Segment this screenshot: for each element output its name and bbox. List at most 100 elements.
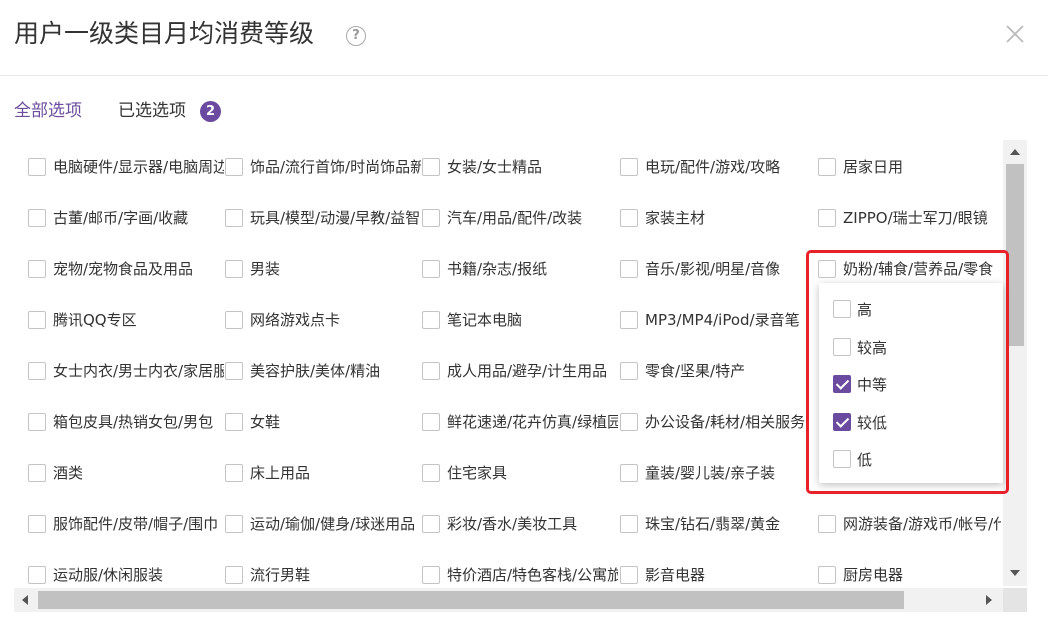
category-checkbox[interactable] (620, 413, 638, 431)
category-checkbox[interactable] (28, 311, 46, 329)
tab-all-options[interactable]: 全部选项 (14, 98, 82, 124)
category-checkbox[interactable] (422, 566, 440, 584)
category-option[interactable]: 运动服/休闲服装 (28, 565, 224, 586)
category-checkbox[interactable] (225, 515, 243, 533)
category-checkbox[interactable] (225, 464, 243, 482)
category-checkbox[interactable] (225, 158, 243, 176)
scroll-left-icon[interactable] (22, 595, 28, 605)
scroll-right-icon[interactable] (986, 595, 992, 605)
category-checkbox[interactable] (818, 158, 836, 176)
category-option[interactable]: 影音电器 (620, 565, 816, 586)
category-option[interactable]: 书籍/杂志/报纸 (422, 259, 618, 281)
category-checkbox[interactable] (620, 362, 638, 380)
category-checkbox[interactable] (28, 158, 46, 176)
category-checkbox[interactable] (818, 515, 836, 533)
help-icon[interactable]: ? (346, 26, 366, 46)
category-label: 服饰配件/皮带/帽子/围巾 (53, 515, 219, 533)
category-option[interactable]: 居家日用 (818, 157, 1001, 179)
tab-selected-options[interactable]: 已选选项 (118, 98, 186, 124)
category-option[interactable]: 成人用品/避孕/计生用品 (422, 361, 618, 383)
category-option[interactable]: 童装/婴儿装/亲子装 (620, 463, 816, 485)
category-option[interactable]: 宠物/宠物食品及用品 (28, 259, 224, 281)
category-label: 腾讯QQ专区 (53, 311, 137, 329)
category-label: 影音电器 (645, 566, 706, 584)
horizontal-scrollbar[interactable] (14, 588, 1003, 612)
category-option[interactable]: 古董/邮币/字画/收藏 (28, 208, 224, 230)
horizontal-scroll-thumb[interactable] (38, 591, 904, 609)
category-option[interactable]: 汽车/用品/配件/改装 (422, 208, 618, 230)
category-option[interactable]: 酒类 (28, 463, 224, 485)
category-checkbox[interactable] (620, 566, 638, 584)
category-option[interactable]: ZIPPO/瑞士军刀/眼镜 (818, 208, 1001, 230)
category-checkbox[interactable] (620, 158, 638, 176)
category-checkbox[interactable] (422, 413, 440, 431)
category-option[interactable]: 玩具/模型/动漫/早教/益智 (225, 208, 421, 230)
scroll-down-icon[interactable] (1010, 570, 1020, 576)
category-checkbox[interactable] (225, 413, 243, 431)
category-option[interactable]: 住宅家具 (422, 463, 618, 485)
category-option[interactable]: 电脑硬件/显示器/电脑周边 (28, 157, 224, 179)
category-checkbox[interactable] (422, 515, 440, 533)
category-checkbox[interactable] (422, 158, 440, 176)
category-checkbox[interactable] (620, 515, 638, 533)
category-label: 鲜花速递/花卉仿真/绿植园艺 (447, 413, 618, 431)
category-checkbox[interactable] (422, 311, 440, 329)
category-checkbox[interactable] (620, 209, 638, 227)
category-checkbox[interactable] (422, 464, 440, 482)
category-option[interactable]: 鲜花速递/花卉仿真/绿植园艺 (422, 412, 618, 434)
category-checkbox[interactable] (422, 362, 440, 380)
category-option[interactable]: 办公设备/耗材/相关服务 (620, 412, 816, 434)
category-checkbox[interactable] (28, 464, 46, 482)
category-option[interactable]: 箱包皮具/热销女包/男包 (28, 412, 224, 434)
category-checkbox[interactable] (28, 515, 46, 533)
scroll-up-icon[interactable] (1010, 149, 1020, 155)
category-option[interactable]: 女士内衣/男士内衣/家居服 (28, 361, 224, 383)
category-option[interactable]: 珠宝/钻石/翡翠/黄金 (620, 514, 816, 536)
category-option[interactable]: 音乐/影视/明星/音像 (620, 259, 816, 281)
category-option[interactable]: 笔记本电脑 (422, 310, 618, 332)
category-checkbox[interactable] (818, 566, 836, 584)
category-label: 电脑硬件/显示器/电脑周边 (53, 158, 224, 176)
category-checkbox[interactable] (28, 413, 46, 431)
category-option[interactable]: 运动/瑜伽/健身/球迷用品 (225, 514, 421, 536)
category-option[interactable]: 零食/坚果/特产 (620, 361, 816, 383)
category-label: 电玩/配件/游戏/攻略 (645, 158, 781, 176)
category-option[interactable]: 床上用品 (225, 463, 421, 485)
category-option[interactable]: 特价酒店/特色客栈/公寓旅馆 (422, 565, 618, 586)
category-option[interactable]: 腾讯QQ专区 (28, 310, 224, 332)
category-checkbox[interactable] (225, 362, 243, 380)
category-checkbox[interactable] (28, 260, 46, 278)
category-option[interactable]: 彩妆/香水/美妆工具 (422, 514, 618, 536)
category-checkbox[interactable] (620, 464, 638, 482)
category-option[interactable]: 厨房电器 (818, 565, 1001, 586)
category-checkbox[interactable] (28, 566, 46, 584)
category-option[interactable]: 服饰配件/皮带/帽子/围巾 (28, 514, 224, 536)
category-option[interactable]: 女鞋 (225, 412, 421, 434)
category-checkbox[interactable] (225, 209, 243, 227)
category-checkbox[interactable] (422, 209, 440, 227)
dialog-title: 用户一级类目月均消费等级 (14, 19, 315, 48)
category-option[interactable]: 美容护肤/美体/精油 (225, 361, 421, 383)
category-option[interactable]: MP3/MP4/iPod/录音笔 (620, 310, 816, 332)
category-option[interactable]: 流行男鞋 (225, 565, 421, 586)
category-checkbox[interactable] (620, 260, 638, 278)
category-option[interactable]: 电玩/配件/游戏/攻略 (620, 157, 816, 179)
category-checkbox[interactable] (28, 209, 46, 227)
category-option[interactable]: 网游装备/游戏币/帐号/代练 (818, 514, 1001, 536)
category-checkbox[interactable] (28, 362, 46, 380)
category-checkbox[interactable] (225, 311, 243, 329)
category-option[interactable]: 男装 (225, 259, 421, 281)
category-label: 男装 (250, 260, 281, 278)
category-checkbox[interactable] (818, 209, 836, 227)
category-option[interactable]: 饰品/流行首饰/时尚饰品新 (225, 157, 421, 179)
category-checkbox[interactable] (422, 260, 440, 278)
category-label: 女鞋 (250, 413, 281, 431)
category-option[interactable]: 家装主材 (620, 208, 816, 230)
category-checkbox[interactable] (225, 566, 243, 584)
category-checkbox[interactable] (225, 260, 243, 278)
category-label: 成人用品/避孕/计生用品 (447, 362, 608, 380)
close-icon[interactable] (1003, 22, 1027, 46)
category-option[interactable]: 网络游戏点卡 (225, 310, 421, 332)
category-checkbox[interactable] (620, 311, 638, 329)
category-option[interactable]: 女装/女士精品 (422, 157, 618, 179)
